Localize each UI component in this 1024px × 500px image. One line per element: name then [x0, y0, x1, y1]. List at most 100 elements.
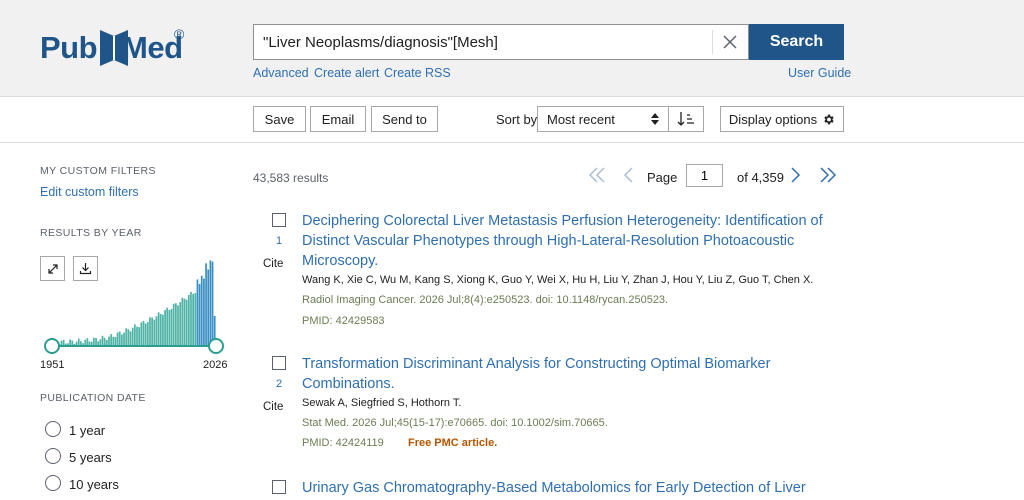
histogram-bar[interactable] — [129, 331, 132, 346]
histogram-bar[interactable] — [155, 316, 158, 346]
histogram-bar[interactable] — [101, 335, 104, 346]
histogram-bar[interactable] — [86, 338, 89, 346]
histogram-bar[interactable] — [183, 298, 186, 346]
histogram-bar[interactable] — [112, 336, 115, 346]
histogram-bar[interactable] — [146, 322, 149, 346]
histogram-bar[interactable] — [200, 275, 203, 346]
result-pmid: PMID: 42429583 — [302, 315, 385, 327]
date-radio-1-year[interactable] — [45, 421, 61, 437]
histogram-bar[interactable] — [121, 334, 123, 347]
save-button[interactable]: Save — [253, 106, 306, 132]
year-end-handle[interactable] — [208, 338, 224, 354]
histogram-bar[interactable] — [168, 310, 171, 346]
histogram-bar[interactable] — [103, 337, 106, 346]
advanced-link[interactable]: Advanced — [253, 66, 309, 80]
display-options-button[interactable]: Display options — [720, 106, 844, 132]
histogram-bar[interactable] — [190, 291, 192, 346]
histogram-bar[interactable] — [110, 334, 112, 346]
histogram-bar[interactable] — [179, 302, 182, 346]
result-title-link[interactable]: Urinary Gas Chromatography-Based Metabol… — [302, 478, 832, 500]
result-checkbox[interactable] — [272, 213, 286, 227]
histogram-bar[interactable] — [170, 308, 173, 346]
histogram-bar[interactable] — [153, 319, 156, 346]
first-page-icon[interactable] — [588, 166, 606, 184]
histogram-bar[interactable] — [149, 317, 151, 346]
histogram-bar[interactable] — [127, 329, 130, 346]
last-page-icon[interactable] — [819, 166, 837, 184]
histogram-bar[interactable] — [157, 312, 160, 346]
histogram-bar[interactable] — [209, 260, 212, 346]
page-number-input[interactable] — [686, 164, 723, 187]
sort-order-button[interactable] — [669, 106, 704, 132]
next-page-icon[interactable] — [788, 166, 802, 184]
histogram-bar[interactable] — [95, 337, 97, 346]
free-pmc-badge[interactable]: Free PMC article. — [408, 437, 497, 449]
create-rss-link[interactable]: Create RSS — [384, 66, 451, 80]
result-journal: Stat Med. 2026 Jul;45(15-17):e70665. doi… — [302, 417, 608, 429]
search-box — [253, 24, 749, 60]
search-button[interactable]: Search — [749, 24, 844, 60]
publication-date-heading: PUBLICATION DATE — [40, 392, 146, 404]
histogram-bar[interactable] — [162, 314, 164, 346]
histogram-bar[interactable] — [123, 332, 125, 346]
search-input[interactable] — [254, 25, 710, 59]
histogram-bar[interactable] — [142, 320, 145, 346]
histogram-bar[interactable] — [77, 338, 80, 346]
histogram-bar[interactable] — [93, 337, 95, 346]
result-title-link[interactable]: Deciphering Colorectal Liver Metastasis … — [302, 211, 832, 271]
histogram-bar[interactable] — [114, 336, 117, 346]
histogram-bar[interactable] — [136, 326, 138, 346]
result-checkbox[interactable] — [272, 356, 286, 370]
histogram-bar[interactable] — [175, 303, 177, 346]
page-total: of 4,359 — [737, 170, 784, 185]
result-authors: Sewak A, Siegfried S, Hothorn T. — [302, 397, 462, 409]
histogram-bar[interactable] — [205, 263, 207, 346]
histogram-bar[interactable] — [196, 279, 199, 346]
sort-label: Sort by: — [496, 112, 541, 127]
histogram-bar[interactable] — [181, 297, 184, 346]
date-radio-5-years[interactable] — [45, 448, 61, 464]
histogram-bar[interactable] — [185, 299, 188, 346]
result-title-link[interactable]: Transformation Discriminant Analysis for… — [302, 354, 832, 394]
histogram-bar[interactable] — [140, 322, 143, 346]
histogram-bar[interactable] — [144, 323, 147, 346]
histogram-bar[interactable] — [203, 278, 205, 346]
sort-select[interactable]: Most recent — [537, 106, 669, 132]
histogram-bar[interactable] — [164, 310, 166, 346]
histogram-bar[interactable] — [151, 317, 153, 346]
histogram-bar[interactable] — [134, 324, 136, 346]
histogram-bar[interactable] — [187, 294, 190, 346]
result-checkbox[interactable] — [272, 480, 286, 494]
page-label: Page — [647, 170, 678, 185]
histogram-bar[interactable] — [131, 327, 134, 346]
create-alert-link[interactable]: Create alert — [314, 66, 379, 80]
histogram-bar[interactable] — [207, 269, 210, 346]
histogram-bar[interactable] — [125, 328, 128, 346]
user-guide-link[interactable]: User Guide — [788, 66, 851, 80]
pubmed-logo[interactable]: Pub Med ® — [40, 26, 200, 72]
histogram-bar[interactable] — [116, 332, 119, 346]
histogram-bar[interactable] — [211, 261, 214, 346]
histogram-bar[interactable] — [198, 283, 201, 346]
histogram-bar[interactable] — [166, 307, 169, 346]
histogram-bar[interactable] — [118, 331, 121, 346]
results-count: 43,583 results — [253, 171, 329, 185]
year-start-handle[interactable] — [44, 338, 60, 354]
cite-link[interactable]: Cite — [263, 401, 283, 413]
edit-custom-filters-link[interactable]: Edit custom filters — [40, 185, 139, 199]
send-to-button[interactable]: Send to — [371, 106, 438, 132]
histogram-bar[interactable] — [159, 314, 162, 346]
email-button[interactable]: Email — [310, 106, 366, 132]
date-radio-10-years[interactable] — [45, 475, 61, 491]
clear-search-button[interactable] — [712, 30, 746, 54]
histogram-bar[interactable] — [192, 293, 194, 346]
histogram-bar[interactable] — [108, 336, 110, 346]
results-by-year-histogram[interactable] — [40, 255, 230, 361]
histogram-bar[interactable] — [194, 292, 197, 346]
histogram-bar[interactable] — [138, 327, 141, 346]
results-by-year-heading: RESULTS BY YEAR — [40, 227, 142, 239]
histogram-bar[interactable] — [177, 305, 179, 346]
histogram-bar[interactable] — [172, 303, 175, 346]
previous-page-icon[interactable] — [622, 166, 636, 184]
cite-link[interactable]: Cite — [263, 258, 283, 270]
